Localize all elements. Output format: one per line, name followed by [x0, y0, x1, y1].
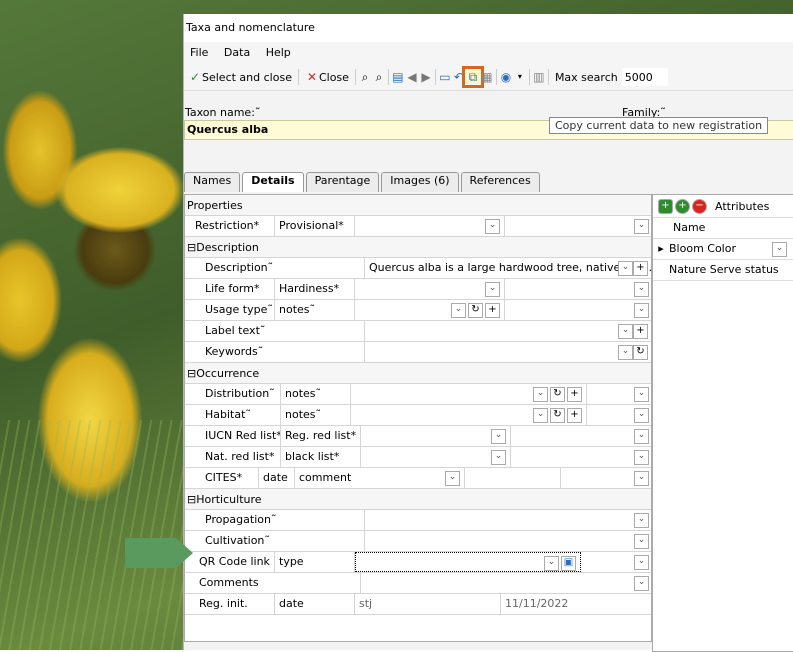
tab-details[interactable]: Details — [242, 172, 304, 192]
web-icon[interactable]: ◉ — [499, 70, 513, 84]
menu-file[interactable]: File — [184, 46, 214, 59]
table-icon[interactable]: ▤ — [391, 70, 405, 84]
tooltip: Copy current data to new registration — [549, 117, 769, 134]
grid-row[interactable]: Reg. init. date stj 11/11/2022 — [185, 594, 651, 615]
grid-row[interactable]: Cultivation˜ ⌄ — [185, 531, 651, 552]
delete-icon[interactable]: ▦ — [480, 70, 494, 84]
properties-header: Properties — [185, 195, 651, 216]
previous-icon[interactable]: ◀ — [405, 70, 419, 84]
copy-to-new-icon[interactable]: ⧉ — [461, 66, 484, 88]
window-title: Taxa and nomenclature — [184, 14, 793, 42]
detail-tabs: Names Details Parentage Images (6) Refer… — [184, 172, 542, 192]
max-search-input[interactable] — [621, 68, 668, 86]
tab-parentage[interactable]: Parentage — [305, 172, 380, 192]
properties-grid: Properties Restriction* Provisional* ⌄ ⌄ ⊟ … — [184, 194, 652, 642]
menu-help[interactable]: Help — [260, 46, 297, 59]
horticulture-group[interactable]: ⊟ Horticulture — [185, 489, 651, 510]
plus-icon[interactable]: + — [675, 198, 690, 214]
attributes-label: Attributes — [715, 199, 770, 213]
attributes-panel: + + − Attributes Name ▸ Bloom Color ⌄ Natu… — [652, 194, 793, 652]
grid-row[interactable]: Distribution˜ notes˜ ⌄ ↻ + ⌄ — [185, 384, 651, 405]
background-grass — [0, 420, 200, 650]
tab-images[interactable]: Images (6) — [381, 172, 459, 192]
menu-bar: File Data Help — [184, 42, 793, 64]
grid-row[interactable]: CITES* date comment ⌄ ⌄ — [185, 468, 651, 489]
occurrence-group[interactable]: ⊟ Occurrence — [185, 363, 651, 384]
close-button[interactable]: ✕ Close — [301, 66, 353, 88]
grid-row[interactable]: Comments ⌄ — [185, 573, 651, 594]
grid-row[interactable]: IUCN Red list* Reg. red list* ⌄ ⌄ — [185, 426, 651, 447]
new-record-icon[interactable]: ▭ — [438, 70, 452, 84]
attribute-row[interactable]: ▸ Bloom Color ⌄ — [653, 239, 793, 260]
grid-row[interactable]: Description˜ Quercus alba is a large hard… — [185, 258, 651, 279]
chevron-down-icon[interactable]: ▾ — [513, 70, 527, 84]
attributes-col-name: Name — [653, 218, 793, 239]
close-icon: ✕ — [306, 70, 317, 84]
tab-names[interactable]: Names — [184, 172, 241, 192]
toolbar: ✓ Select and close ✕ Close ⌕ ⌕ ▤ ◀ ▶ ▭ ↶ ⧉… — [184, 64, 793, 91]
menu-data[interactable]: Data — [218, 46, 256, 59]
tab-references[interactable]: References — [460, 172, 540, 192]
grid-row[interactable]: Restriction* Provisional* ⌄ ⌄ — [185, 216, 651, 237]
grid-row[interactable]: Usage type˜ notes˜ ⌄ ↻ + ⌄ — [185, 300, 651, 321]
grid-row[interactable]: Label text˜ ⌄ + — [185, 321, 651, 342]
check-icon: ✓ — [189, 70, 201, 84]
grid-row[interactable]: Life form* Hardiness* ⌄ ⌄ — [185, 279, 651, 300]
taxon-label: Taxon name:˜ — [185, 106, 261, 119]
add-icon[interactable]: + — [658, 198, 673, 214]
export-icon[interactable]: ▥ — [532, 70, 546, 84]
max-search-label: Max search — [554, 70, 618, 84]
taxa-window: Taxa and nomenclature File Data Help ✓ Se… — [183, 14, 793, 652]
binoculars-icon[interactable]: ⌕ — [358, 70, 372, 84]
undo-icon[interactable]: ↶ — [452, 70, 466, 84]
grid-row[interactable]: Habitat˜ notes˜ ⌄ ↻ + ⌄ — [185, 405, 651, 426]
remove-icon[interactable]: − — [692, 198, 707, 214]
description-group[interactable]: ⊟ Description — [185, 237, 651, 258]
next-icon[interactable]: ▶ — [419, 70, 433, 84]
grid-row[interactable]: Keywords˜ ⌄ ↻ — [185, 342, 651, 363]
binoculars-filter-icon[interactable]: ⌕ — [372, 70, 386, 84]
select-close-button[interactable]: ✓ Select and close — [184, 66, 296, 88]
qr-code-row[interactable]: QR Code link type ⌄ ▣ ⌄ — [185, 552, 651, 573]
grid-row[interactable]: Nat. red list* black list* ⌄ ⌄ — [185, 447, 651, 468]
grid-row[interactable]: Propagation˜ ⌄ — [185, 510, 651, 531]
attribute-row[interactable]: Nature Serve status — [653, 260, 793, 281]
